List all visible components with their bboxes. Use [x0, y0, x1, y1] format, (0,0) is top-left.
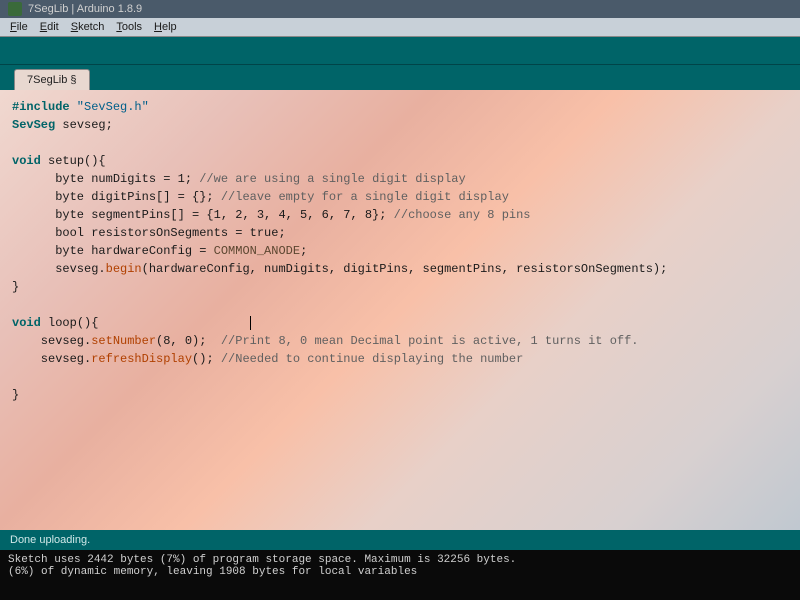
menu-tools[interactable]: Tools	[112, 20, 146, 34]
text-cursor	[250, 316, 251, 330]
tab-bar: 7SegLib §	[0, 65, 800, 90]
status-text: Done uploading.	[10, 534, 90, 546]
code-line: byte digitPins[] = {}; //leave empty for…	[12, 188, 788, 206]
menu-file[interactable]: File	[6, 20, 32, 34]
code-line: byte hardwareConfig = COMMON_ANODE;	[12, 242, 788, 260]
output-console[interactable]: Sketch uses 2442 bytes (7%) of program s…	[0, 550, 800, 600]
code-line: byte numDigits = 1; //we are using a sin…	[12, 170, 788, 188]
arduino-icon	[8, 2, 22, 16]
code-line: #include "SevSeg.h"	[12, 98, 788, 116]
code-line: bool resistorsOnSegments = true;	[12, 224, 788, 242]
code-line: sevseg.begin(hardwareConfig, numDigits, …	[12, 260, 788, 278]
code-line: void loop(){	[12, 314, 788, 332]
menu-edit[interactable]: Edit	[36, 20, 63, 34]
code-line	[12, 368, 788, 386]
window-titlebar: 7SegLib | Arduino 1.8.9	[0, 0, 800, 18]
code-line: sevseg.setNumber(8, 0); //Print 8, 0 mea…	[12, 332, 788, 350]
code-line: byte segmentPins[] = {1, 2, 3, 4, 5, 6, …	[12, 206, 788, 224]
menu-sketch[interactable]: Sketch	[67, 20, 109, 34]
code-line: }	[12, 386, 788, 404]
menu-bar: File Edit Sketch Tools Help	[0, 18, 800, 37]
window-title: 7SegLib | Arduino 1.8.9	[28, 3, 142, 15]
toolbar	[0, 37, 800, 65]
code-line	[12, 134, 788, 152]
code-line: SevSeg sevseg;	[12, 116, 788, 134]
code-line: void setup(){	[12, 152, 788, 170]
code-line	[12, 296, 788, 314]
tab-label: 7SegLib §	[27, 74, 77, 86]
console-line: (6%) of dynamic memory, leaving 1908 byt…	[8, 566, 792, 578]
code-line: }	[12, 278, 788, 296]
status-bar: Done uploading.	[0, 530, 800, 550]
code-line: sevseg.refreshDisplay(); //Needed to con…	[12, 350, 788, 368]
tab-sketch[interactable]: 7SegLib §	[14, 69, 90, 90]
code-editor[interactable]: #include "SevSeg.h" SevSeg sevseg; void …	[0, 90, 800, 530]
menu-help[interactable]: Help	[150, 20, 181, 34]
console-line: Sketch uses 2442 bytes (7%) of program s…	[8, 554, 792, 566]
